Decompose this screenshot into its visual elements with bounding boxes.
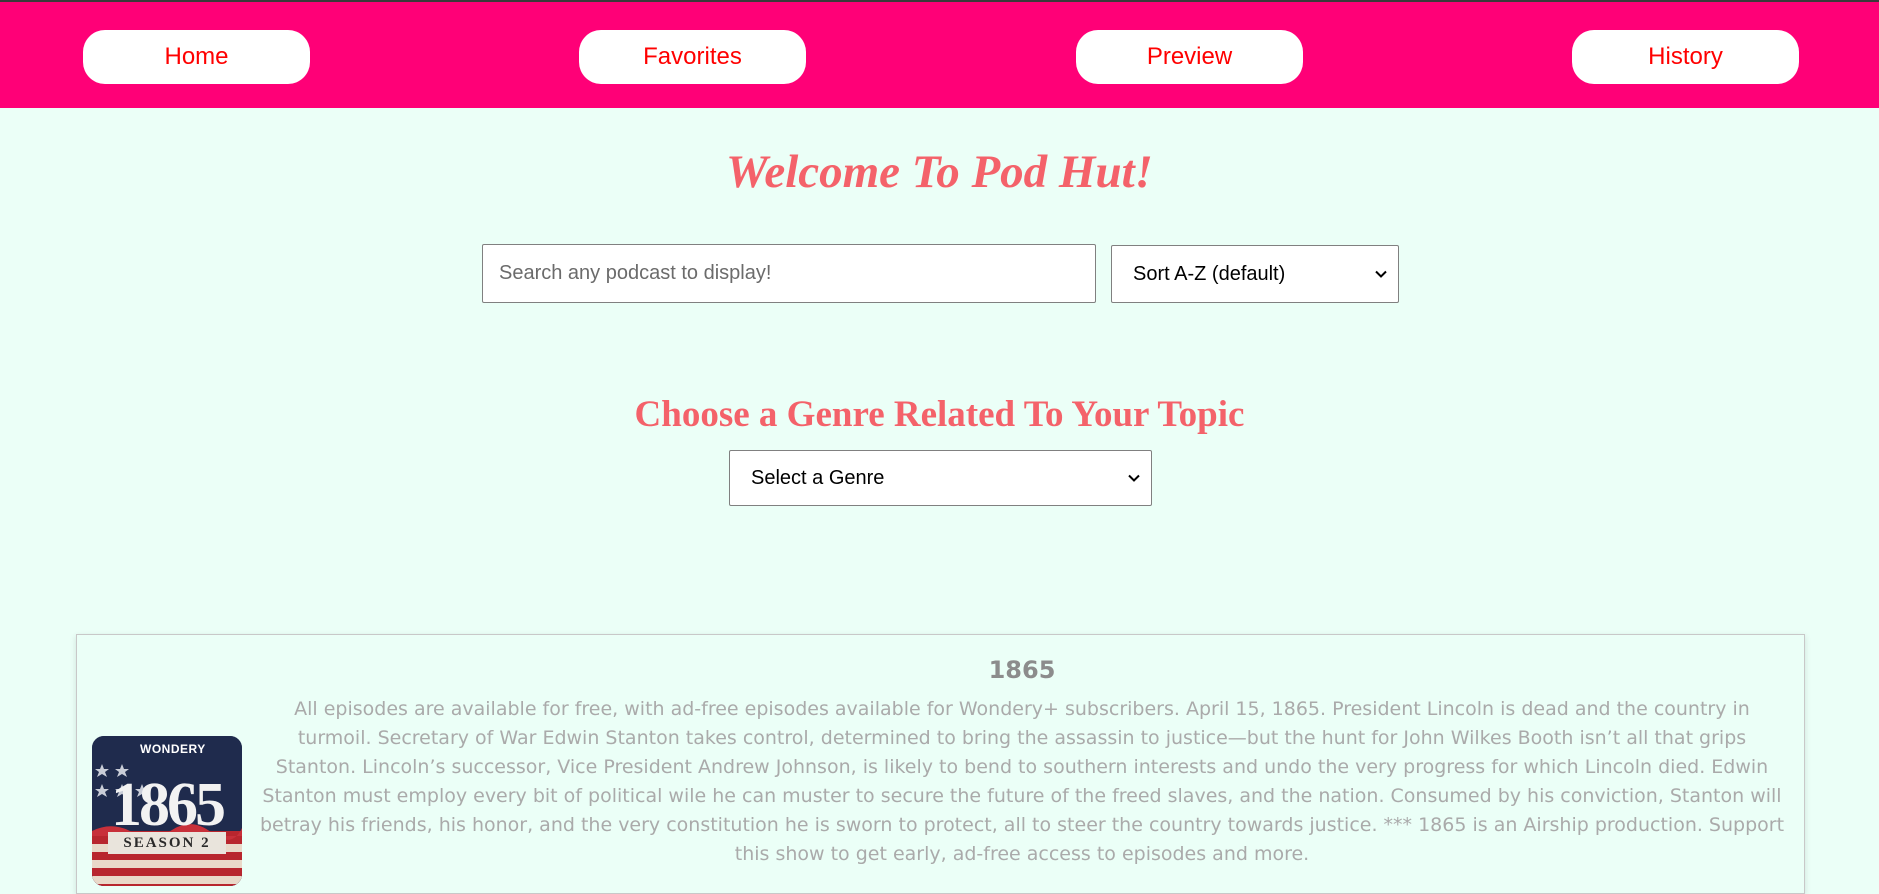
top-navigation-bar: Home Favorites Preview History — [0, 0, 1879, 108]
nav-favorites-button[interactable]: Favorites — [579, 30, 806, 84]
nav-history-button[interactable]: History — [1572, 30, 1799, 84]
genre-select[interactable]: Select a Genre — [729, 450, 1152, 506]
podcast-cover-season: SEASON 2 — [108, 832, 226, 854]
sort-select[interactable]: Sort A-Z (default) — [1111, 245, 1399, 303]
chevron-down-icon — [1128, 474, 1140, 482]
nav-home-button[interactable]: Home — [83, 30, 310, 84]
chevron-down-icon — [1375, 270, 1387, 278]
nav-preview-button[interactable]: Preview — [1076, 30, 1303, 84]
podcast-cover-brand: WONDERY — [140, 742, 206, 756]
page-title: Welcome To Pod Hut! — [726, 146, 1153, 198]
podcast-cover-year: 1865 — [111, 771, 226, 839]
genre-heading: Choose a Genre Related To Your Topic — [634, 394, 1245, 435]
genre-select-value: Select a Genre — [751, 466, 885, 489]
podcast-description: All episodes are available for free, wit… — [259, 698, 1785, 865]
search-input[interactable] — [482, 244, 1096, 303]
sort-select-value: Sort A-Z (default) — [1133, 262, 1286, 285]
podcast-title[interactable]: 1865 — [257, 655, 1787, 685]
podcast-card[interactable]: WONDERY 1865 SEASON 2 1865 All episodes … — [76, 634, 1805, 894]
podcast-cover-image[interactable]: WONDERY 1865 SEASON 2 — [92, 736, 242, 886]
